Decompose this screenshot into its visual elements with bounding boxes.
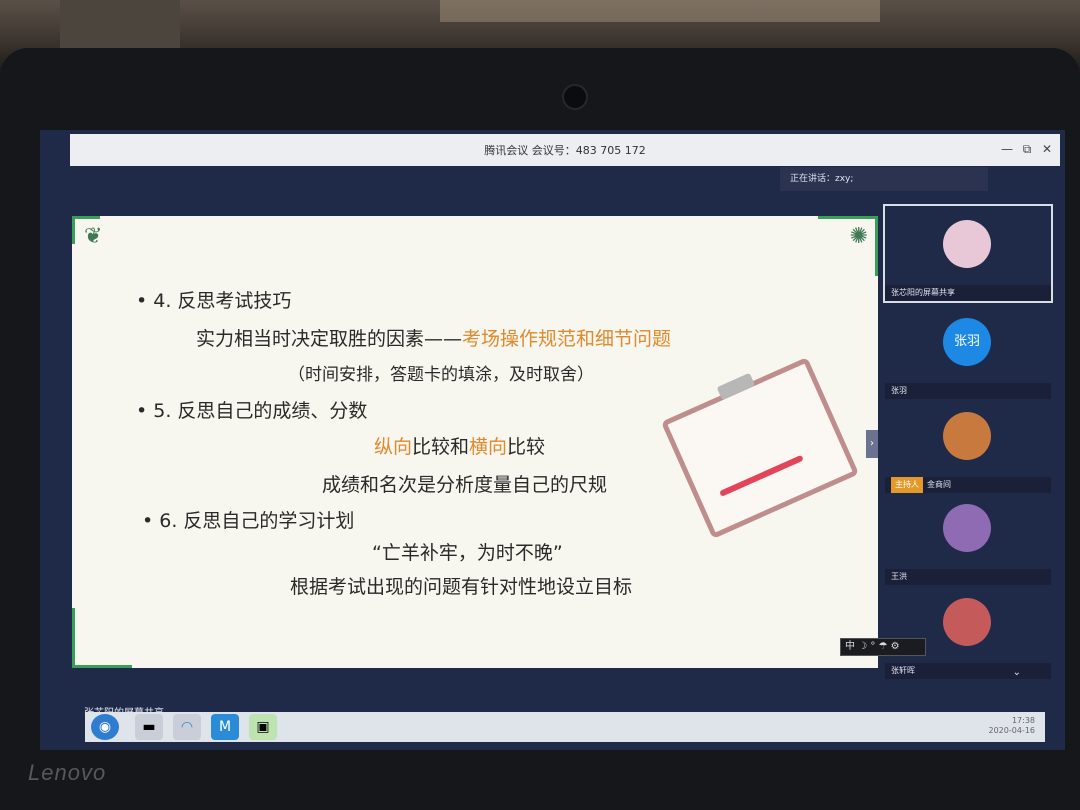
slide-item-5-note: 成绩和名次是分析度量自己的尺规: [322, 474, 608, 496]
slide-item-5-compare: 纵向比较和横向比较: [374, 432, 545, 459]
taskbar-app-icon[interactable]: ▣: [249, 714, 277, 740]
tencent-meeting-icon[interactable]: M: [211, 714, 239, 740]
tray-time: 17:38: [1011, 716, 1035, 725]
ime-toolbar[interactable]: 中 ☽ ° ☂ ⚙: [840, 638, 926, 656]
start-button[interactable]: ◉: [91, 714, 119, 740]
compare-vertical: 纵向: [374, 436, 413, 458]
compare-and: 比较和: [412, 436, 470, 458]
pen-illustration: [719, 454, 804, 497]
participant-tile[interactable]: 张羽 张羽: [885, 304, 1051, 399]
participant-tile[interactable]: 张轩晖 ⌄: [885, 584, 1051, 679]
slide-corner-accent: [72, 216, 75, 244]
collapse-panel-button[interactable]: ›: [866, 430, 878, 458]
webcam-icon: [562, 84, 588, 110]
shared-slide: ❦ ✺ • 4. 反思考试技巧 实力相当时决定取胜的因素——考场操作规范和细节问…: [72, 216, 878, 668]
meeting-titlebar: 腾讯会议 会议号：483 705 172 — ⧉ ✕: [70, 134, 1060, 166]
participant-tile[interactable]: 王洪: [885, 490, 1051, 585]
slide-item-4: • 4. 反思考试技巧: [136, 290, 292, 312]
tray-date: 2020-04-16: [988, 726, 1036, 735]
minimize-button[interactable]: —: [998, 140, 1016, 158]
window-title: 腾讯会议 会议号：483 705 172: [484, 144, 646, 157]
participant-name: 张羽: [885, 383, 1051, 399]
restore-button[interactable]: ⧉: [1018, 140, 1036, 158]
slide-item-6: • 6. 反思自己的学习计划: [142, 510, 355, 532]
participant-tile[interactable]: 张芯阳的屏幕共享: [883, 204, 1053, 303]
clipboard-clip: [716, 372, 756, 401]
participant-name: 金商间: [927, 480, 951, 489]
compare-end: 比较: [507, 436, 546, 458]
avatar: [943, 504, 991, 552]
slide-corner-accent: [818, 216, 878, 219]
taskbar-app-icon[interactable]: ◠: [173, 714, 201, 740]
clipboard-illustration: [660, 356, 860, 540]
slide-item-5: • 5. 反思自己的成绩、分数: [136, 400, 368, 422]
slide-item-6-note: 根据考试出现的问题有针对性地设立目标: [290, 576, 633, 598]
slide-item-4-detail-accent: 考场操作规范和细节问题: [462, 328, 672, 350]
slide-item-4-note: （时间安排，答题卡的填涂，及时取舍）: [288, 365, 594, 385]
slide-corner-accent: [72, 665, 132, 668]
participant-panel: 张芯阳的屏幕共享 张羽 张羽 主持人 金商间 王洪 张轩晖 ⌄: [883, 204, 1053, 682]
system-tray[interactable]: 17:38 2020-04-16: [989, 716, 1036, 736]
slide-item-6-quote: “亡羊补牢，为时不晚”: [372, 542, 563, 564]
avatar: [943, 598, 991, 646]
slide-corner-accent: [72, 608, 75, 668]
slide-item-4-detail: 实力相当时决定取胜的因素——考场操作规范和细节问题: [196, 324, 671, 351]
slide-item-4-detail-text: 实力相当时决定取胜的因素——: [196, 328, 463, 350]
taskbar-app-icon[interactable]: ▬: [135, 714, 163, 740]
participant-name: 王洪: [885, 569, 1051, 585]
slide-corner-accent: [875, 216, 878, 276]
laptop-brand-logo: Lenovo: [28, 760, 107, 785]
close-button[interactable]: ✕: [1038, 140, 1056, 158]
participant-tile[interactable]: 主持人 金商间: [885, 398, 1051, 493]
background-shelf: [440, 0, 880, 22]
compare-horizontal: 横向: [469, 436, 508, 458]
leaf-icon: ✺: [849, 224, 868, 249]
avatar: [943, 220, 991, 268]
background-box: [60, 0, 180, 48]
screen: 腾讯会议 会议号：483 705 172 — ⧉ ✕ 正在讲话：zxy; ❦ ✺…: [40, 130, 1065, 750]
avatar: [943, 412, 991, 460]
avatar: 张羽: [943, 318, 991, 366]
chevron-down-icon[interactable]: ⌄: [1013, 667, 1021, 678]
participant-name: 张芯阳的屏幕共享: [885, 285, 1051, 301]
slide-corner-accent: [72, 216, 100, 219]
leaf-icon: ❦: [84, 224, 103, 249]
speaking-indicator: 正在讲话：zxy;: [780, 167, 988, 191]
windows-taskbar: ◉ ▬ ◠ M ▣ 17:38 2020-04-16: [85, 712, 1045, 742]
participant-name: 张轩晖: [885, 663, 1051, 679]
